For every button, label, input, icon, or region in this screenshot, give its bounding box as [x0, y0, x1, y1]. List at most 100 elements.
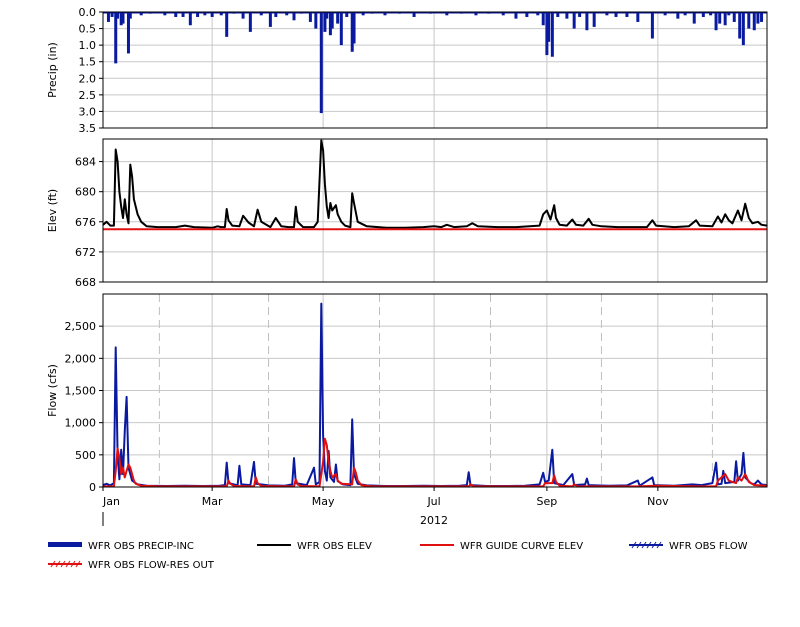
data-point — [720, 221, 723, 224]
data-point — [329, 476, 331, 478]
data-point — [295, 206, 297, 208]
data-point — [600, 225, 603, 227]
data-point — [711, 482, 714, 484]
data-point — [126, 213, 128, 215]
data-point — [440, 226, 442, 228]
data-point — [131, 473, 133, 475]
data-point — [297, 221, 299, 223]
y-tick-label: 668 — [75, 276, 96, 289]
data-point — [353, 202, 355, 204]
data-point — [127, 222, 130, 224]
data-point — [724, 482, 726, 484]
data-point — [751, 222, 754, 224]
legend-label: WFR OBS PRECIP-INC — [88, 541, 194, 552]
precip-bar — [692, 12, 696, 24]
y-tick-label: 672 — [75, 246, 96, 259]
data-point — [118, 457, 120, 459]
data-point — [129, 467, 131, 469]
x-tick-label: Mar — [202, 495, 223, 508]
data-point — [731, 222, 734, 224]
legend-item: WFR OBS FLOW-RES OUT — [48, 560, 215, 571]
data-point — [715, 462, 717, 464]
data-point — [227, 219, 230, 221]
data-point — [322, 434, 324, 437]
data-point — [366, 225, 368, 227]
data-point — [691, 483, 694, 485]
data-point — [753, 484, 755, 486]
data-point — [724, 213, 726, 215]
precip-bar — [330, 12, 334, 29]
data-point — [328, 217, 330, 219]
data-point — [124, 198, 126, 200]
data-point — [127, 463, 130, 466]
data-point — [571, 218, 573, 221]
data-point — [253, 225, 255, 227]
data-point — [591, 224, 594, 226]
data-point — [129, 473, 131, 475]
data-point — [326, 206, 328, 208]
precip-bar — [741, 12, 745, 46]
x-tick-label: Jan — [102, 495, 120, 508]
data-point — [126, 396, 128, 398]
data-point — [135, 483, 137, 485]
data-point — [124, 429, 126, 431]
data-point — [337, 480, 339, 482]
y-tick-label: 0.0 — [79, 6, 97, 19]
data-point — [740, 219, 743, 221]
data-point — [740, 473, 743, 475]
data-point — [320, 139, 322, 142]
data-point — [711, 225, 714, 227]
data-point — [175, 226, 177, 228]
data-point — [140, 485, 142, 487]
data-point — [240, 483, 242, 485]
data-point — [722, 470, 724, 472]
x-tick-label: Nov — [647, 495, 669, 508]
data-point — [211, 227, 213, 229]
data-point — [477, 225, 479, 227]
data-point — [288, 226, 290, 228]
data-point — [115, 470, 117, 472]
data-point — [737, 476, 739, 478]
data-point — [317, 221, 319, 223]
data-point — [242, 215, 244, 217]
data-point — [355, 472, 357, 474]
legend-label: WFR OBS ELEV — [297, 541, 372, 552]
precip-bar — [738, 12, 742, 39]
data-point — [129, 164, 131, 166]
data-point — [555, 481, 557, 483]
legend-label: WFR OBS FLOW — [669, 541, 748, 552]
data-point — [118, 478, 120, 480]
precip-bar — [756, 12, 760, 24]
y-tick-label: 684 — [75, 156, 96, 169]
x-tick-label: Jul — [426, 495, 440, 508]
y-tick-label: 2.0 — [79, 72, 97, 85]
data-point — [651, 219, 654, 221]
data-point — [337, 213, 339, 215]
data-point — [553, 482, 555, 484]
precip-bar — [541, 12, 545, 26]
data-point — [469, 483, 472, 485]
data-point — [126, 470, 128, 472]
precip-bar — [114, 12, 118, 64]
y-tick-label: 680 — [75, 186, 96, 199]
data-point — [122, 467, 124, 469]
legend-label: WFR OBS FLOW-RES OUT — [88, 560, 215, 571]
data-point — [117, 161, 119, 163]
data-point — [335, 204, 337, 206]
data-point — [717, 480, 719, 482]
data-point — [544, 482, 546, 484]
precip-bar — [723, 12, 727, 26]
data-point — [588, 218, 590, 220]
data-point — [115, 346, 117, 348]
data-point — [446, 224, 448, 226]
legend-item: WFR OBS PRECIP-INC — [48, 541, 194, 552]
data-point — [326, 444, 328, 446]
data-point — [357, 480, 359, 482]
data-point — [315, 483, 317, 485]
data-point — [553, 474, 555, 476]
data-point — [466, 225, 468, 227]
y-tick-label: 3.5 — [79, 122, 97, 135]
y-axis-title: Flow (cfs) — [46, 364, 59, 417]
precip-bar — [585, 12, 589, 31]
data-point — [728, 480, 730, 482]
